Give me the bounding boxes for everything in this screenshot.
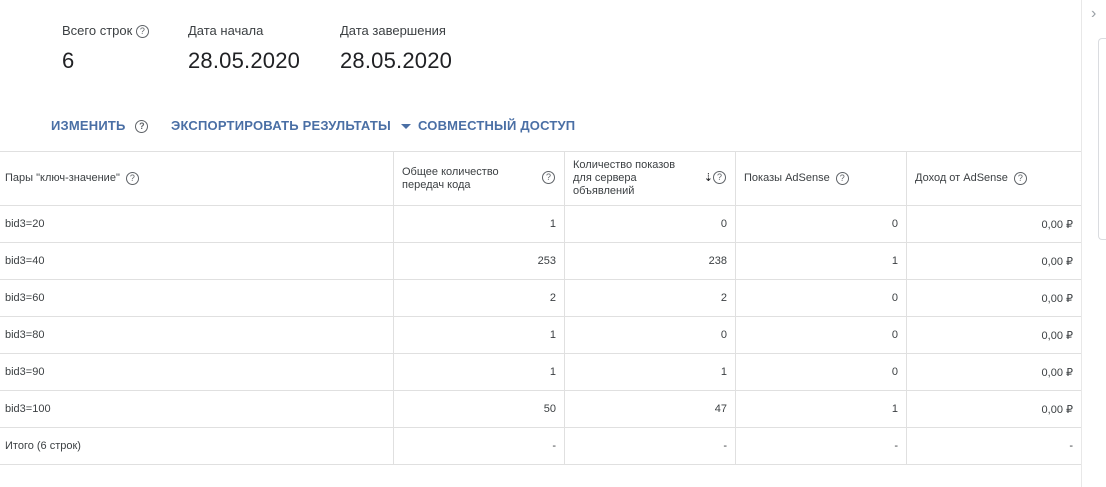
stat-end-date: Дата завершения 28.05.2020 — [340, 23, 452, 74]
report-table: Пары "ключ-значение" ? Общее количество … — [0, 151, 1081, 465]
table-total-row: Итого (6 строк) - - - - — [0, 428, 1081, 465]
stat-total-rows-label: Всего строк — [62, 23, 133, 38]
help-icon[interactable]: ? — [135, 120, 149, 134]
column-header-adsense-impressions[interactable]: Показы AdSense ? — [735, 152, 906, 205]
sort-down-icon[interactable]: ⇣ — [704, 171, 713, 184]
column-header-label: Показы AdSense — [744, 172, 830, 184]
cell-adsense-revenue: 0,00 ₽ — [906, 280, 1081, 316]
chevron-right-icon[interactable]: › — [1091, 5, 1096, 23]
cell-adsense-impressions: 0 — [735, 317, 906, 353]
cell-ad-server-impressions: 1 — [564, 354, 735, 390]
cell-total-label: Итого (6 строк) — [5, 440, 81, 452]
cell-key-value: bid3=90 — [5, 366, 45, 378]
help-icon[interactable]: ? — [125, 172, 139, 185]
edit-button[interactable]: ИЗМЕНИТЬ ? — [51, 118, 149, 134]
cell-adsense-revenue: 0,00 ₽ — [906, 206, 1081, 242]
help-icon[interactable]: ? — [135, 25, 149, 39]
help-icon[interactable]: ? — [835, 172, 849, 185]
help-icon[interactable]: ? — [1013, 172, 1027, 185]
cell-code-served: 1 — [393, 354, 564, 390]
side-panel[interactable] — [1098, 38, 1106, 240]
cell-adsense-impressions: 1 — [735, 243, 906, 279]
cell-code-served: 1 — [393, 317, 564, 353]
stat-start-date-label: Дата начала — [188, 23, 264, 38]
cell-code-served: 2 — [393, 280, 564, 316]
stat-start-date: Дата начала 28.05.2020 — [188, 23, 300, 74]
share-button-label: СОВМЕСТНЫЙ ДОСТУП — [418, 118, 576, 133]
cell-code-served: 50 — [393, 391, 564, 427]
stat-end-date-value: 28.05.2020 — [340, 48, 453, 73]
stat-end-date-label: Дата завершения — [340, 23, 446, 38]
cell-adsense-revenue: 0,00 ₽ — [906, 354, 1081, 390]
cell-code-served: 253 — [393, 243, 564, 279]
column-header-label: Доход от AdSense — [915, 172, 1008, 184]
cell-adsense-impressions: 0 — [735, 280, 906, 316]
table-row: bid3=90 1 1 0 0,00 ₽ — [0, 354, 1081, 391]
stat-total-rows: Всего строк ? 6 — [62, 23, 149, 74]
column-header-adsense-revenue[interactable]: Доход от AdSense ? — [906, 152, 1081, 205]
edit-button-label: ИЗМЕНИТЬ — [51, 118, 126, 133]
cell-adsense-impressions: - — [735, 428, 906, 464]
help-icon[interactable]: ? — [542, 171, 555, 184]
cell-key-value: bid3=20 — [5, 218, 45, 230]
column-header-label: Количество показов для сервера объявлени… — [573, 159, 676, 197]
cell-code-served: 1 — [393, 206, 564, 242]
table-row: bid3=80 1 0 0 0,00 ₽ — [0, 317, 1081, 354]
table-row: bid3=100 50 47 1 0,00 ₽ — [0, 391, 1081, 428]
cell-adsense-revenue: - — [906, 428, 1081, 464]
side-panel-divider — [1081, 0, 1082, 487]
cell-ad-server-impressions: 238 — [564, 243, 735, 279]
cell-ad-server-impressions: 0 — [564, 317, 735, 353]
cell-adsense-impressions: 0 — [735, 206, 906, 242]
cell-adsense-revenue: 0,00 ₽ — [906, 243, 1081, 279]
table-header-row: Пары "ключ-значение" ? Общее количество … — [0, 152, 1081, 206]
stat-start-date-value: 28.05.2020 — [188, 48, 301, 73]
stat-total-rows-value: 6 — [62, 48, 75, 73]
cell-adsense-impressions: 0 — [735, 354, 906, 390]
cell-key-value: bid3=100 — [5, 403, 51, 415]
cell-key-value: bid3=80 — [5, 329, 45, 341]
column-header-ad-server-impressions[interactable]: Количество показов для сервера объявлени… — [564, 152, 735, 205]
share-button[interactable]: СОВМЕСТНЫЙ ДОСТУП — [418, 118, 575, 133]
column-header-label: Пары "ключ-значение" — [5, 172, 120, 184]
column-header-label: Общее количество передач кода — [402, 165, 499, 191]
cell-code-served: - — [393, 428, 564, 464]
column-header-code-served[interactable]: Общее количество передач кода ? — [393, 152, 564, 205]
cell-ad-server-impressions: 47 — [564, 391, 735, 427]
table-row: bid3=60 2 2 0 0,00 ₽ — [0, 280, 1081, 317]
table-row: bid3=40 253 238 1 0,00 ₽ — [0, 243, 1081, 280]
cell-ad-server-impressions: 2 — [564, 280, 735, 316]
export-results-button[interactable]: ЭКСПОРТИРОВАТЬ РЕЗУЛЬТАТЫ — [171, 118, 411, 133]
cell-ad-server-impressions: 0 — [564, 206, 735, 242]
export-results-label: ЭКСПОРТИРОВАТЬ РЕЗУЛЬТАТЫ — [171, 118, 391, 133]
caret-down-icon — [400, 124, 411, 130]
cell-adsense-revenue: 0,00 ₽ — [906, 317, 1081, 353]
table-row: bid3=20 1 0 0 0,00 ₽ — [0, 206, 1081, 243]
cell-key-value: bid3=40 — [5, 255, 45, 267]
help-icon[interactable]: ? — [713, 171, 726, 184]
column-header-key-value[interactable]: Пары "ключ-значение" ? — [0, 152, 393, 205]
cell-ad-server-impressions: - — [564, 428, 735, 464]
cell-key-value: bid3=60 — [5, 292, 45, 304]
cell-adsense-revenue: 0,00 ₽ — [906, 391, 1081, 427]
cell-adsense-impressions: 1 — [735, 391, 906, 427]
